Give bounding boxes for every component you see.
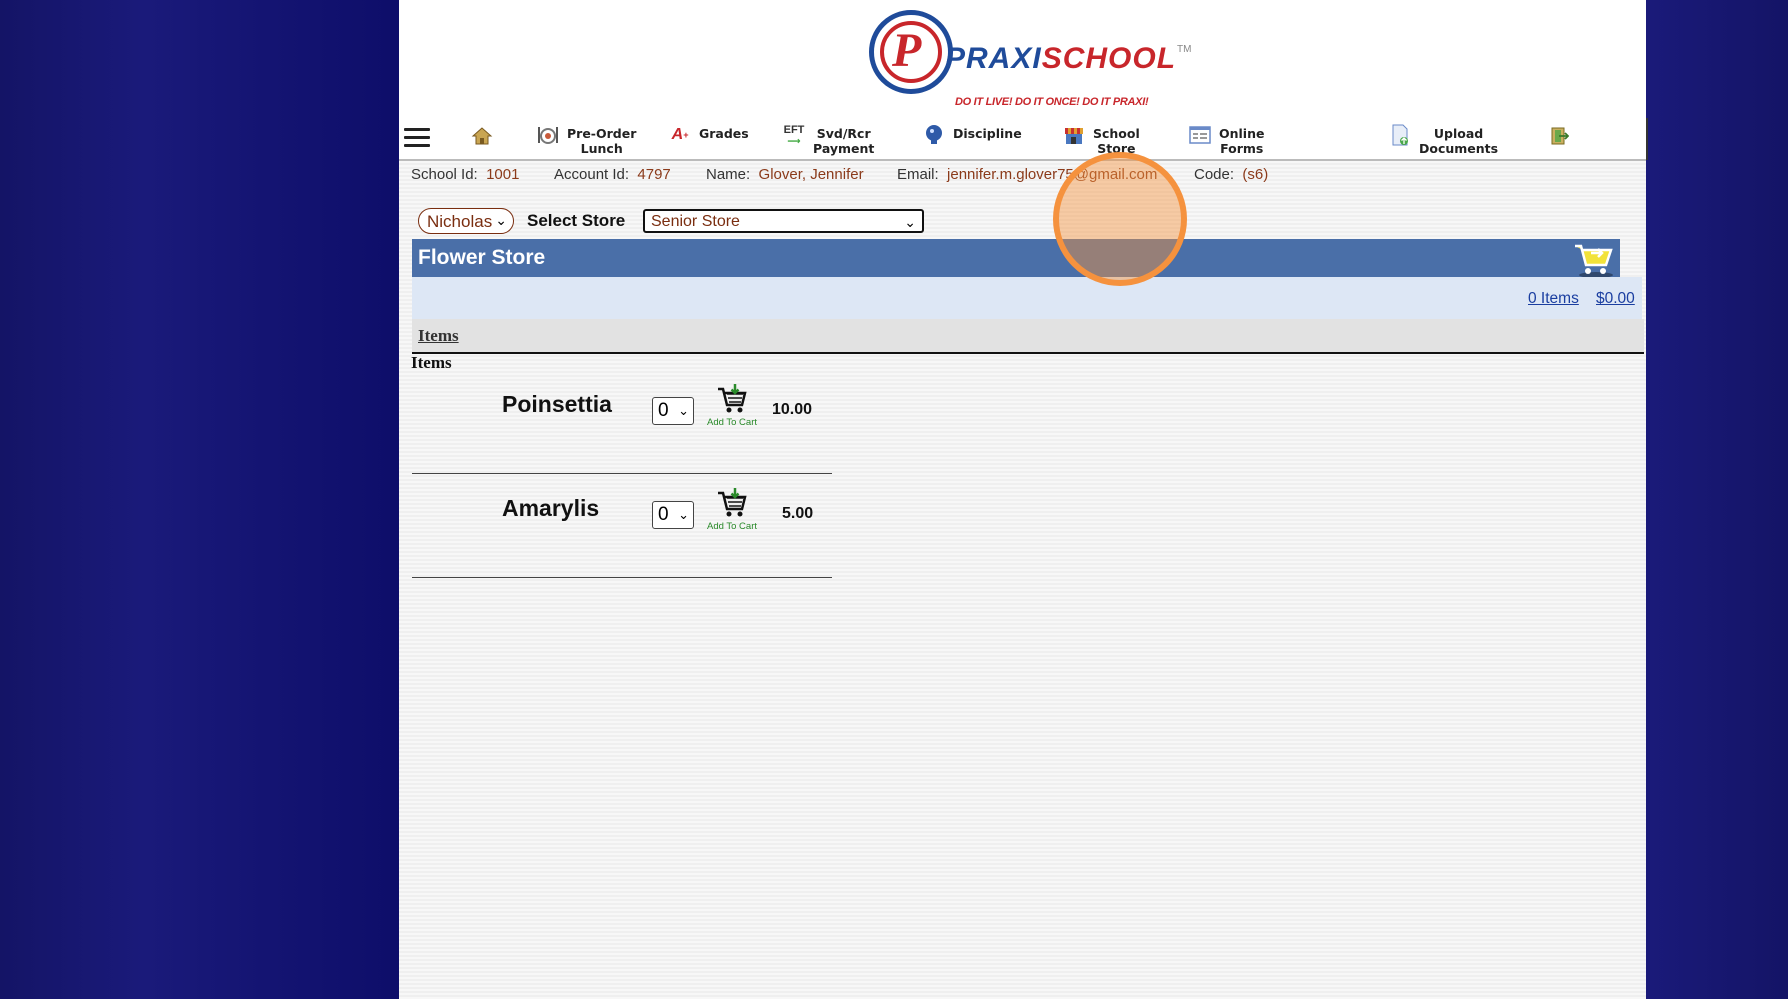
store-title-bar: Flower Store (412, 239, 1620, 279)
nav-label: Svd/Rcr Payment (813, 126, 875, 156)
product-row: Amarylis 0 ⌄ Add To Cart 5.00 (412, 473, 832, 578)
account-id: Account Id: 4797 (554, 166, 671, 183)
nav-online-forms[interactable]: Online Forms (1189, 124, 1264, 156)
page: P PRAXISCHOOL TM DO IT LIVE! DO IT ONCE!… (399, 0, 1648, 999)
lunch-icon (537, 124, 559, 146)
student-select[interactable]: Nicholas ⌄ (418, 208, 514, 234)
add-to-cart-button[interactable]: Add To Cart (704, 384, 760, 430)
add-to-cart-icon (718, 384, 747, 413)
chevron-down-icon: ⌄ (678, 507, 689, 522)
nav-label: Pre-Order Lunch (567, 126, 637, 156)
logout-icon[interactable] (1549, 126, 1569, 146)
cart-items-link[interactable]: 0 Items (1528, 290, 1579, 308)
product-name: Amarylis (502, 495, 600, 521)
main-nav: Pre-Order Lunch A + Grades EFT ⟶ Svd/Rcr P… (399, 118, 1648, 160)
product-price: 5.00 (782, 505, 814, 522)
nav-label: Upload Documents (1419, 126, 1499, 156)
store-select-value: Senior Store (651, 213, 740, 230)
nav-svd-rcr-payment[interactable]: EFT ⟶ Svd/Rcr Payment (783, 123, 875, 157)
home-icon[interactable] (471, 126, 493, 146)
nav-grades[interactable]: A + Grades (669, 124, 749, 146)
quantity-select[interactable]: 0 ⌄ (652, 397, 694, 425)
cart-total-link[interactable]: $0.00 (1596, 290, 1635, 308)
logo-trademark: TM (1177, 44, 1192, 55)
nav-label: Grades (699, 126, 749, 141)
view-cart-icon[interactable] (1572, 239, 1616, 279)
store-select[interactable]: Senior Store ⌄ (643, 209, 924, 233)
nav-pre-order-lunch[interactable]: Pre-Order Lunch (537, 124, 636, 156)
nav-school-store[interactable]: School Store (1063, 124, 1140, 156)
tab-items[interactable]: Items (418, 326, 459, 346)
upload-icon (1389, 124, 1411, 146)
account-name: Name: Glover, Jennifer (706, 166, 864, 183)
store-title: Flower Store (418, 246, 546, 269)
eft-icon: EFT ⟶ (783, 123, 805, 146)
nav-divider (399, 159, 1646, 161)
student-select-value: Nicholas (427, 212, 493, 231)
product-row: Poinsettia 0 ⌄ Add To Cart 10.00 (412, 369, 832, 474)
product-name: Poinsettia (502, 391, 612, 417)
school-id: School Id: 1001 (411, 166, 520, 183)
items-tab-bar: Items (412, 319, 1644, 354)
quantity-value: 0 (658, 400, 669, 421)
logo-name: PRAXISCHOOL (945, 42, 1177, 75)
logo-tagline: DO IT LIVE! DO IT ONCE! DO IT PRAXI! (955, 96, 1149, 108)
quantity-select[interactable]: 0 ⌄ (652, 501, 694, 529)
logo-emblem: P (869, 10, 953, 94)
add-to-cart-label: Add To Cart (707, 521, 757, 532)
chevron-down-icon: ⌄ (495, 212, 507, 228)
nav-discipline[interactable]: Discipline (923, 124, 1022, 146)
click-highlight-circle (1053, 152, 1187, 286)
add-to-cart-button[interactable]: Add To Cart (704, 488, 760, 534)
nav-upload-documents[interactable]: Upload Documents (1389, 124, 1498, 156)
discipline-icon (923, 124, 945, 146)
cart-summary-bar: 0 Items $0.00 (412, 277, 1642, 319)
product-price: 10.00 (772, 401, 813, 418)
nav-label: Online Forms (1219, 126, 1265, 156)
quantity-value: 0 (658, 504, 669, 525)
add-to-cart-icon (718, 488, 747, 517)
menu-icon[interactable] (404, 128, 430, 148)
nav-label: Discipline (953, 126, 1022, 141)
chevron-down-icon: ⌄ (678, 403, 689, 418)
account-code: Code: (s6) (1194, 166, 1269, 183)
add-to-cart-label: Add To Cart (707, 417, 757, 428)
store-icon (1063, 124, 1085, 146)
grades-icon: A + (671, 126, 689, 143)
account-info-bar: School Id: 1001 Account Id: 4797 Name: G… (399, 166, 1646, 188)
select-store-label: Select Store (527, 211, 626, 230)
praxischool-logo[interactable]: P PRAXISCHOOL TM DO IT LIVE! DO IT ONCE!… (869, 10, 1199, 110)
chevron-down-icon: ⌄ (904, 214, 916, 230)
forms-icon (1189, 124, 1211, 146)
